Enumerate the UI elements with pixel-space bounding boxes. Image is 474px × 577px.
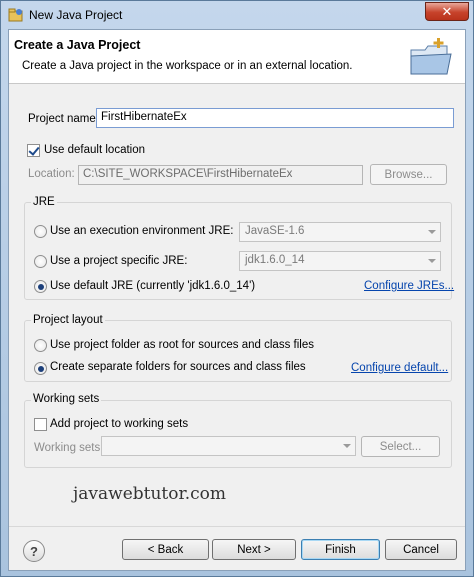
help-button[interactable]: ? bbox=[23, 540, 45, 562]
close-icon: ✕ bbox=[441, 3, 453, 19]
cancel-button[interactable]: Cancel bbox=[385, 539, 457, 560]
layout-separate-radio[interactable] bbox=[34, 362, 47, 375]
layout-root-radio[interactable] bbox=[34, 339, 47, 352]
help-icon: ? bbox=[30, 543, 38, 559]
location-input[interactable]: C:\SITE_WORKSPACE\FirstHibernateEx bbox=[78, 165, 363, 185]
jre-execution-env-radio[interactable] bbox=[34, 225, 47, 238]
project-name-input[interactable]: FirstHibernateEx bbox=[96, 108, 454, 128]
dialog-client-area: Create a Java Project Create a Java proj… bbox=[8, 29, 466, 571]
next-button[interactable]: Next > bbox=[212, 539, 296, 560]
select-working-sets-button[interactable]: Select... bbox=[361, 436, 440, 457]
use-default-location-label: Use default location bbox=[44, 144, 146, 156]
new-java-project-window: New Java Project ✕ Create a Java Project… bbox=[0, 0, 474, 577]
wizard-banner: Create a Java Project Create a Java proj… bbox=[9, 30, 465, 84]
jre-group-title: JRE bbox=[31, 196, 57, 208]
working-sets-select[interactable] bbox=[101, 436, 356, 456]
button-bar-separator bbox=[9, 526, 465, 527]
project-name-label-text: Project name: bbox=[28, 113, 99, 125]
configure-default-link[interactable]: Configure default... bbox=[351, 362, 448, 374]
layout-separate-label: Create separate folders for sources and … bbox=[50, 361, 306, 373]
banner-description: Create a Java project in the workspace o… bbox=[22, 60, 353, 72]
watermark-text: javawebtutor.com bbox=[73, 484, 227, 504]
chevron-down-icon bbox=[428, 230, 436, 234]
layout-root-label: Use project folder as root for sources a… bbox=[50, 339, 314, 351]
chevron-down-icon bbox=[428, 259, 436, 263]
browse-button[interactable]: Browse... bbox=[370, 164, 447, 185]
working-sets-group-title: Working sets bbox=[31, 393, 102, 405]
jre-project-specific-select[interactable]: jdk1.6.0_14 bbox=[239, 251, 441, 271]
add-to-working-sets-label: Add project to working sets bbox=[50, 418, 189, 430]
project-name-label: Project name: bbox=[28, 113, 99, 125]
back-button[interactable]: < Back bbox=[122, 539, 209, 560]
working-sets-group bbox=[24, 400, 452, 468]
jre-project-specific-value: jdk1.6.0_14 bbox=[245, 254, 305, 266]
finish-button[interactable]: Finish bbox=[301, 539, 380, 560]
project-layout-group-title: Project layout bbox=[31, 314, 105, 326]
use-default-location-checkbox[interactable] bbox=[27, 144, 40, 157]
jre-project-specific-radio[interactable] bbox=[34, 255, 47, 268]
location-label: Location: bbox=[28, 168, 75, 180]
window-title: New Java Project bbox=[29, 8, 123, 22]
chevron-down-icon bbox=[343, 444, 351, 448]
title-bar[interactable]: New Java Project ✕ bbox=[1, 1, 473, 29]
configure-jres-link[interactable]: Configure JREs... bbox=[364, 280, 454, 292]
jre-execution-env-label: Use an execution environment JRE: bbox=[50, 225, 234, 237]
banner-title: Create a Java Project bbox=[14, 38, 141, 52]
new-project-folder-icon bbox=[410, 38, 452, 75]
jre-default-radio[interactable] bbox=[34, 280, 47, 293]
jre-default-label: Use default JRE (currently 'jdk1.6.0_14'… bbox=[50, 280, 256, 292]
jre-execution-env-value: JavaSE-1.6 bbox=[245, 225, 305, 237]
close-button[interactable]: ✕ bbox=[425, 2, 469, 21]
jre-execution-env-select[interactable]: JavaSE-1.6 bbox=[239, 222, 441, 242]
working-sets-label: Working sets: bbox=[34, 442, 104, 454]
jre-project-specific-label: Use a project specific JRE: bbox=[50, 255, 188, 267]
add-to-working-sets-checkbox[interactable] bbox=[34, 418, 47, 431]
java-project-icon bbox=[8, 8, 23, 22]
